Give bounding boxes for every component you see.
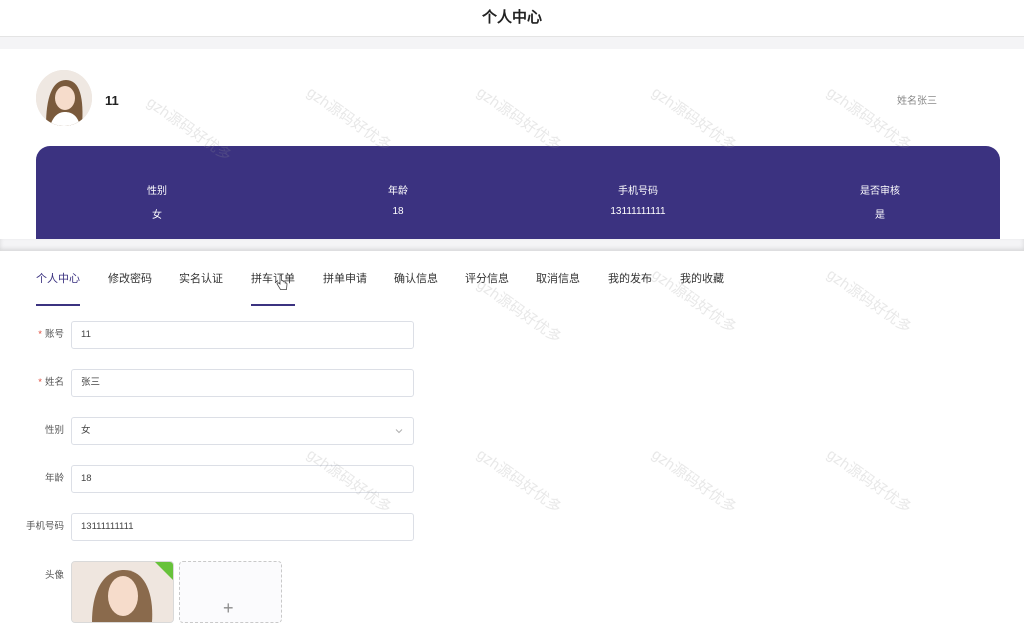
tab-my-favorites[interactable]: 我的收藏 [680, 266, 724, 306]
tab-verification[interactable]: 实名认证 [179, 266, 223, 306]
info-label: 是否审核 [860, 186, 900, 197]
tab-cancel-info[interactable]: 取消信息 [536, 266, 580, 306]
tab-group-applications[interactable]: 拼单申请 [323, 266, 367, 306]
tab-my-posts[interactable]: 我的发布 [608, 266, 652, 306]
name-input[interactable]: 张三 [71, 369, 414, 397]
name-label: * 姓名 [38, 377, 64, 388]
info-value: 13111111111 [610, 206, 666, 217]
watermark: gzh源码好优多 [473, 445, 565, 517]
mouse-cursor-icon [276, 275, 288, 290]
info-age: 年龄 18 [338, 182, 458, 217]
tab-confirm-info[interactable]: 确认信息 [394, 266, 438, 306]
account-input[interactable]: 11 [71, 321, 414, 349]
age-input[interactable]: 18 [71, 465, 414, 493]
watermark: gzh源码好优多 [823, 265, 915, 337]
watermark: gzh源码好优多 [648, 445, 740, 517]
info-value: 是 [875, 210, 885, 221]
divider [0, 37, 1024, 49]
page-title: 个人中心 [0, 0, 1024, 37]
info-label: 年龄 [388, 186, 408, 197]
username: 11 [105, 93, 119, 108]
info-phone: 手机号码 13111111111 [578, 182, 698, 217]
divider [0, 239, 1024, 251]
form-row-phone: 手机号码 13111111111 [0, 513, 420, 541]
uploaded-avatar-thumbnail[interactable] [71, 561, 174, 623]
tab-rating-info[interactable]: 评分信息 [465, 266, 509, 306]
tab-change-password[interactable]: 修改密码 [108, 266, 152, 306]
chevron-down-icon [395, 429, 403, 434]
form-row-account: * 账号 11 [0, 321, 420, 349]
info-gender: 性别 女 [97, 182, 217, 221]
gender-label: 性别 [44, 425, 64, 436]
phone-label: 手机号码 [25, 521, 64, 532]
info-review: 是否审核 是 [820, 182, 940, 221]
plus-icon: + [223, 598, 234, 618]
form-row-name: * 姓名 张三 [0, 369, 420, 397]
upload-success-icon [155, 562, 173, 580]
tab-carpool-orders[interactable]: 拼车订单 [251, 266, 295, 306]
watermark: gzh源码好优多 [823, 445, 915, 517]
avatar-label: 头像 [44, 570, 64, 581]
info-value: 18 [392, 206, 404, 217]
account-label: * 账号 [38, 329, 64, 340]
phone-input[interactable]: 13111111111 [71, 513, 414, 541]
realname-text: 姓名张三 [897, 96, 937, 107]
info-label: 手机号码 [618, 186, 658, 197]
info-value: 女 [152, 210, 162, 221]
age-label: 年龄 [44, 473, 64, 484]
tab-profile[interactable]: 个人中心 [36, 266, 80, 306]
info-panel: 性别 女 年龄 18 手机号码 13111111111 是否审核 是 [36, 146, 1000, 239]
avatar-upload-button[interactable]: + [179, 561, 282, 623]
gender-select[interactable]: 女 [71, 417, 414, 445]
info-label: 性别 [147, 186, 167, 197]
avatar [36, 70, 92, 126]
form-row-age: 年龄 18 [0, 465, 420, 493]
form-row-gender: 性别 女 [0, 417, 420, 445]
gender-selected-value: 女 [81, 425, 91, 436]
